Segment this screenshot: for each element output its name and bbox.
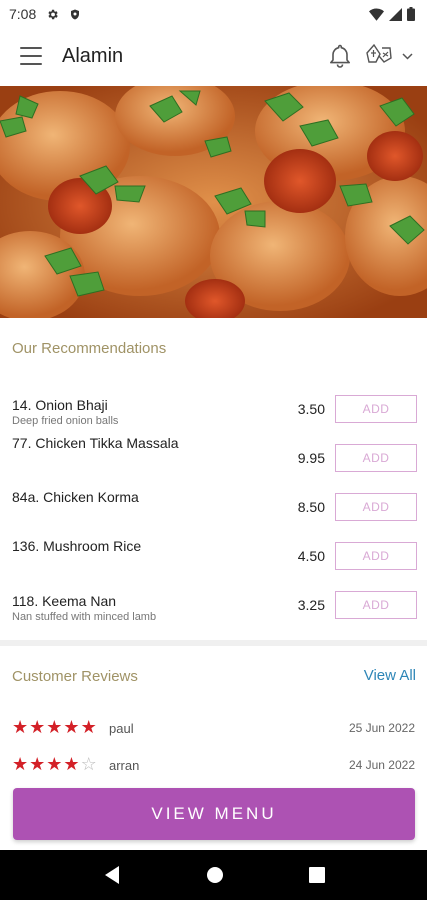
item-name: 14. Onion Bhaji [12, 397, 108, 413]
review-row: ★ ★ ★ ★ ★ paul 25 Jun 2022 [0, 717, 427, 741]
item-price: 4.50 [297, 548, 325, 564]
language-icon [366, 43, 392, 69]
reviewer-name: arran [109, 758, 140, 773]
reviews-title: Customer Reviews [12, 668, 138, 685]
review-date: 25 Jun 2022 [348, 721, 415, 735]
add-button[interactable]: ADD [335, 493, 417, 521]
menu-item: 14. Onion Bhaji Deep fried onion balls 3… [0, 388, 427, 428]
star-icon: ★ [63, 717, 80, 737]
recents-icon[interactable] [308, 867, 325, 883]
add-button[interactable]: ADD [335, 591, 417, 619]
item-price: 3.50 [297, 401, 325, 417]
app-bar: Alamin [0, 28, 427, 84]
language-selector[interactable] [366, 43, 413, 69]
item-description: Deep fried onion balls [12, 415, 119, 427]
menu-item: 136. Mushroom Rice 4.50 ADD [0, 535, 427, 575]
back-icon[interactable] [103, 865, 121, 885]
section-divider [0, 640, 427, 646]
reviewer-name: paul [109, 721, 134, 736]
star-rating: ★ ★ ★ ★ ★ [12, 717, 97, 737]
settings-icon [46, 8, 59, 21]
add-button[interactable]: ADD [335, 395, 417, 423]
star-icon: ★ [29, 754, 46, 774]
home-icon[interactable] [206, 866, 224, 884]
item-description: Nan stuffed with minced lamb [12, 611, 157, 623]
recommendations-title: Our Recommendations [12, 340, 167, 357]
star-icon: ★ [46, 754, 63, 774]
item-name: 136. Mushroom Rice [12, 538, 142, 554]
star-icon: ★ [46, 717, 63, 737]
item-name: 118. Keema Nan [12, 593, 117, 609]
star-icon: ★ [80, 717, 97, 737]
view-all-reviews-link[interactable]: View All [364, 667, 416, 684]
view-menu-button[interactable]: VIEW MENU [13, 788, 415, 840]
battery-icon [407, 7, 415, 21]
chevron-down-icon [402, 47, 413, 65]
wifi-icon [369, 8, 384, 21]
star-icon: ★ [63, 754, 80, 774]
item-name: 84a. Chicken Korma [12, 489, 139, 505]
review-row: ★ ★ ★ ★ ☆ arran 24 Jun 2022 [0, 754, 427, 778]
add-button[interactable]: ADD [335, 542, 417, 570]
shield-icon [69, 8, 81, 21]
status-time: 7:08 [9, 6, 37, 22]
item-price: 9.95 [297, 450, 325, 466]
item-name: 77. Chicken Tikka Massala [12, 435, 179, 451]
app-title: Alamin [62, 44, 124, 67]
star-rating: ★ ★ ★ ★ ☆ [12, 754, 97, 774]
item-price: 3.25 [297, 597, 325, 613]
menu-item: 118. Keema Nan Nan stuffed with minced l… [0, 584, 427, 624]
hero-food-image [0, 86, 427, 318]
review-date: 24 Jun 2022 [348, 758, 415, 772]
star-icon: ★ [29, 717, 46, 737]
star-icon: ★ [12, 754, 29, 774]
star-icon: ★ [12, 717, 29, 737]
menu-item: 77. Chicken Tikka Massala 9.95 ADD [0, 435, 427, 477]
menu-item: 84a. Chicken Korma 8.50 ADD [0, 486, 427, 526]
system-navigation-bar [0, 850, 427, 900]
cellular-signal-icon [389, 7, 402, 21]
add-button[interactable]: ADD [335, 444, 417, 472]
hamburger-menu-icon[interactable] [20, 47, 42, 65]
star-outline-icon: ☆ [80, 754, 97, 774]
status-bar: 7:08 [0, 0, 427, 28]
notification-bell-icon[interactable] [328, 43, 352, 69]
item-price: 8.50 [297, 499, 325, 515]
